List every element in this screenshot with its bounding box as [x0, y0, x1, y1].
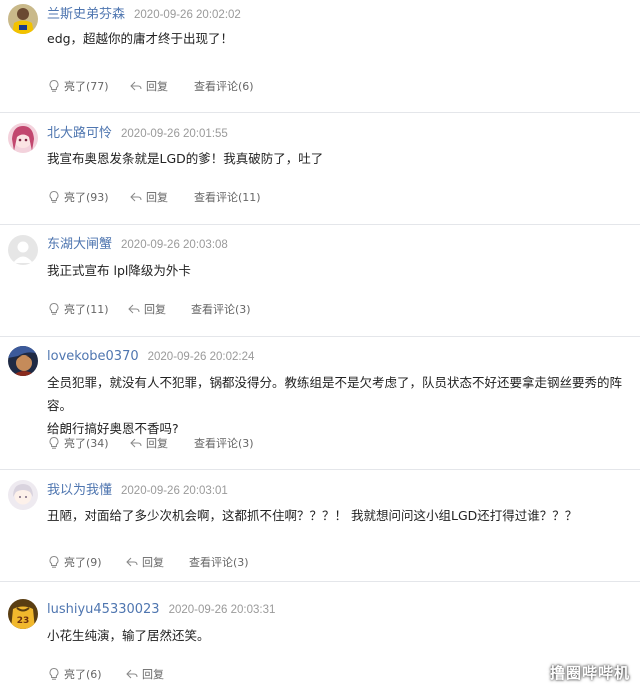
- like-button[interactable]: 亮了(9): [47, 554, 125, 570]
- reply-button[interactable]: 回复: [127, 301, 191, 317]
- reply-button[interactable]: 回复: [125, 554, 189, 570]
- comment-actions: 亮了(93) 回复 查看评论(11): [47, 187, 261, 207]
- reply-arrow-icon: [125, 667, 139, 681]
- comment-actions: 亮了(11) 回复 查看评论(3): [47, 299, 251, 319]
- like-count-label: 亮了(93): [64, 191, 109, 204]
- comment-actions: 亮了(34) 回复 查看评论(3): [47, 433, 254, 453]
- comment-item: 北大路可怜 2020-09-26 20:01:55 我宣布奥恩发条就是LGD的爹！…: [0, 113, 640, 225]
- comment-text: edg，超越你的庸才终于出现了！: [47, 31, 234, 46]
- view-replies-label: 查看评论(3): [189, 556, 249, 569]
- reply-arrow-icon: [129, 79, 143, 93]
- view-replies-link[interactable]: 查看评论(3): [189, 554, 249, 570]
- timestamp: 2020-09-26 20:02:02: [134, 9, 241, 21]
- view-replies-link[interactable]: 查看评论(6): [194, 78, 254, 94]
- reply-button[interactable]: 回复: [129, 78, 194, 94]
- like-count-label: 亮了(77): [64, 80, 109, 93]
- avatar-yellow-jersey-image: [8, 4, 38, 34]
- comment-meta: lovekobe0370 2020-09-26 20:02:24: [47, 344, 254, 374]
- reply-label: 回复: [142, 668, 164, 681]
- user-avatar[interactable]: [8, 346, 38, 376]
- user-avatar[interactable]: [8, 480, 38, 510]
- view-replies-link[interactable]: 查看评论(11): [194, 189, 261, 205]
- comment-actions: 亮了(6) 回复: [47, 664, 189, 684]
- reply-button[interactable]: 回复: [129, 189, 194, 205]
- view-replies-link[interactable]: 查看评论(3): [194, 435, 254, 451]
- watermark: 撸圈哔哔机: [549, 664, 630, 682]
- username[interactable]: lushiyu45330023: [47, 602, 160, 617]
- comment-item: lovekobe0370 2020-09-26 20:02:24 全员犯罪，就没有…: [0, 337, 640, 470]
- comment-item: 我以为我懂 2020-09-26 20:03:01 丑陋，对面给了多少次机会啊，这…: [0, 470, 640, 582]
- comment-actions: 亮了(9) 回复 查看评论(3): [47, 552, 249, 572]
- lightbulb-icon: [47, 302, 61, 316]
- reply-button[interactable]: 回复: [129, 435, 194, 451]
- comment-meta: 东湖大闸蟹 2020-09-26 20:03:08: [47, 232, 228, 262]
- comment-actions: 亮了(77) 回复 查看评论(6): [47, 76, 254, 96]
- view-replies-label: 查看评论(6): [194, 80, 254, 93]
- username[interactable]: 北大路可怜: [47, 126, 112, 141]
- user-avatar[interactable]: [8, 4, 38, 34]
- comment-item: 兰斯史弟芬森 2020-09-26 20:02:02 edg，超越你的庸才终于出现…: [0, 0, 640, 113]
- username[interactable]: lovekobe0370: [47, 349, 139, 364]
- comment-item: 东湖大闸蟹 2020-09-26 20:03:08 我正式宣布 lpl降级为外卡 …: [0, 225, 640, 337]
- avatar-anime-girl-pink-image: [8, 123, 38, 153]
- like-button[interactable]: 亮了(6): [47, 666, 125, 682]
- lightbulb-icon: [47, 436, 61, 450]
- reply-label: 回复: [146, 437, 168, 450]
- view-replies-label: 查看评论(3): [191, 303, 251, 316]
- timestamp: 2020-09-26 20:03:31: [168, 604, 276, 616]
- timestamp: 2020-09-26 20:03:08: [121, 239, 228, 251]
- avatar-default-gray-image: [8, 235, 38, 265]
- comment-text: 我正式宣布 lpl降级为外卡: [47, 263, 191, 278]
- avatar-gold-jersey-23-image: 23: [8, 599, 38, 629]
- avatar-dark-character-image: [8, 346, 38, 376]
- view-replies-label: 查看评论(11): [194, 191, 261, 204]
- view-replies-link[interactable]: 查看评论(3): [191, 301, 251, 317]
- reply-label: 回复: [144, 303, 166, 316]
- reply-arrow-icon: [125, 555, 139, 569]
- comment-text: 小花生纯演，输了居然还笑。: [47, 628, 210, 643]
- reply-arrow-icon: [127, 302, 141, 316]
- like-count-label: 亮了(6): [64, 668, 102, 681]
- user-avatar[interactable]: 23: [8, 599, 38, 629]
- user-avatar[interactable]: [8, 235, 38, 265]
- like-count-label: 亮了(9): [64, 556, 102, 569]
- like-button[interactable]: 亮了(11): [47, 301, 127, 317]
- like-count-label: 亮了(34): [64, 437, 109, 450]
- comment-meta: lushiyu45330023 2020-09-26 20:03:31: [47, 597, 275, 627]
- timestamp: 2020-09-26 20:02:24: [147, 351, 255, 363]
- lightbulb-icon: [47, 667, 61, 681]
- reply-label: 回复: [146, 191, 168, 204]
- comment-text: 我宣布奥恩发条就是LGD的爹！我真破防了，吐了: [47, 151, 324, 166]
- like-count-label: 亮了(11): [64, 303, 109, 316]
- lightbulb-icon: [47, 190, 61, 204]
- like-button[interactable]: 亮了(77): [47, 78, 129, 94]
- username[interactable]: 东湖大闸蟹: [47, 237, 112, 252]
- view-replies-label: 查看评论(3): [194, 437, 254, 450]
- reply-arrow-icon: [129, 190, 143, 204]
- like-button[interactable]: 亮了(34): [47, 435, 129, 451]
- svg-text:23: 23: [17, 616, 30, 626]
- timestamp: 2020-09-26 20:03:01: [121, 485, 228, 497]
- reply-label: 回复: [146, 80, 168, 93]
- reply-label: 回复: [142, 556, 164, 569]
- comment-text: 丑陋，对面给了多少次机会啊，这都抓不住啊？？？！ 我就想问问这小组LGD还打得过…: [47, 508, 578, 523]
- user-avatar[interactable]: [8, 123, 38, 153]
- comment-text: 全员犯罪，就没有人不犯罪，锅都没得分。教练组是不是欠考虑了，队员状态不好还要拿走…: [47, 375, 623, 436]
- reply-arrow-icon: [129, 436, 143, 450]
- avatar-light-anime-image: [8, 480, 38, 510]
- username[interactable]: 我以为我懂: [47, 483, 112, 498]
- timestamp: 2020-09-26 20:01:55: [121, 128, 228, 140]
- username[interactable]: 兰斯史弟芬森: [47, 7, 125, 22]
- reply-button[interactable]: 回复: [125, 666, 189, 682]
- lightbulb-icon: [47, 79, 61, 93]
- lightbulb-icon: [47, 555, 61, 569]
- comment-item: 23 lushiyu45330023 2020-09-26 20:03:31 小花…: [0, 582, 640, 691]
- like-button[interactable]: 亮了(93): [47, 189, 129, 205]
